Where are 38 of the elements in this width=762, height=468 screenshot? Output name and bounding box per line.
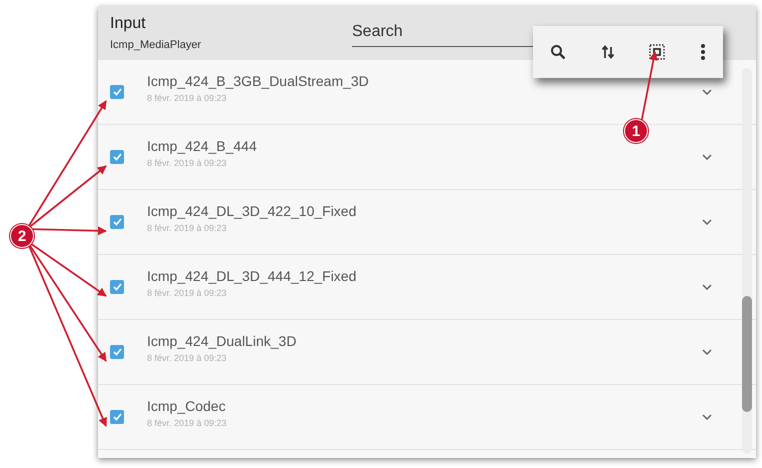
callout-badge: 2 — [10, 224, 34, 248]
item-name: Icmp_424_B_444 — [147, 138, 258, 154]
checkbox[interactable] — [110, 410, 124, 424]
item-date: 8 févr. 2019 à 09:23 — [147, 353, 228, 363]
select-all-icon — [649, 44, 666, 60]
checkmark-icon — [112, 153, 122, 161]
item-name: Icmp_424_DualLink_3D — [147, 333, 298, 349]
item-name: Icmp_424_DL_3D_444_12_Fixed — [147, 268, 358, 284]
item-name: Icmp_Codec — [147, 398, 227, 414]
chevron-down-icon[interactable] — [702, 89, 712, 95]
item-date: 8 févr. 2019 à 09:23 — [147, 223, 228, 233]
chevron-down-icon[interactable] — [702, 219, 712, 225]
checkmark-icon — [112, 348, 122, 356]
item-name: Icmp_424_DL_3D_422_10_Fixed — [147, 203, 358, 219]
sort-icon — [600, 44, 615, 60]
chevron-down-icon[interactable] — [702, 414, 712, 420]
checkbox[interactable] — [110, 85, 124, 99]
chevron-down-icon[interactable] — [702, 154, 712, 160]
panel-title: Input — [110, 15, 147, 33]
item-date: 8 févr. 2019 à 09:23 — [147, 418, 228, 428]
checkbox[interactable] — [110, 345, 124, 359]
item-date: 8 févr. 2019 à 09:23 — [147, 93, 228, 103]
scrollbar-thumb[interactable] — [742, 296, 752, 412]
checkmark-icon — [112, 283, 122, 291]
item-date: 8 févr. 2019 à 09:23 — [147, 288, 228, 298]
checkbox[interactable] — [110, 150, 124, 164]
chevron-down-icon[interactable] — [702, 284, 712, 290]
item-name: Icmp_424_B_3GB_DualStream_3D — [147, 73, 370, 89]
checkbox[interactable] — [110, 280, 124, 294]
chevron-down-icon[interactable] — [702, 349, 712, 355]
panel-subtitle: Icmp_MediaPlayer — [110, 39, 202, 51]
checkmark-icon — [112, 413, 122, 421]
search-icon — [550, 44, 566, 60]
item-date: 8 févr. 2019 à 09:23 — [147, 158, 228, 168]
more-icon — [700, 43, 706, 61]
checkbox[interactable] — [110, 215, 124, 229]
checkmark-icon — [112, 218, 122, 226]
checkmark-icon — [112, 88, 122, 96]
